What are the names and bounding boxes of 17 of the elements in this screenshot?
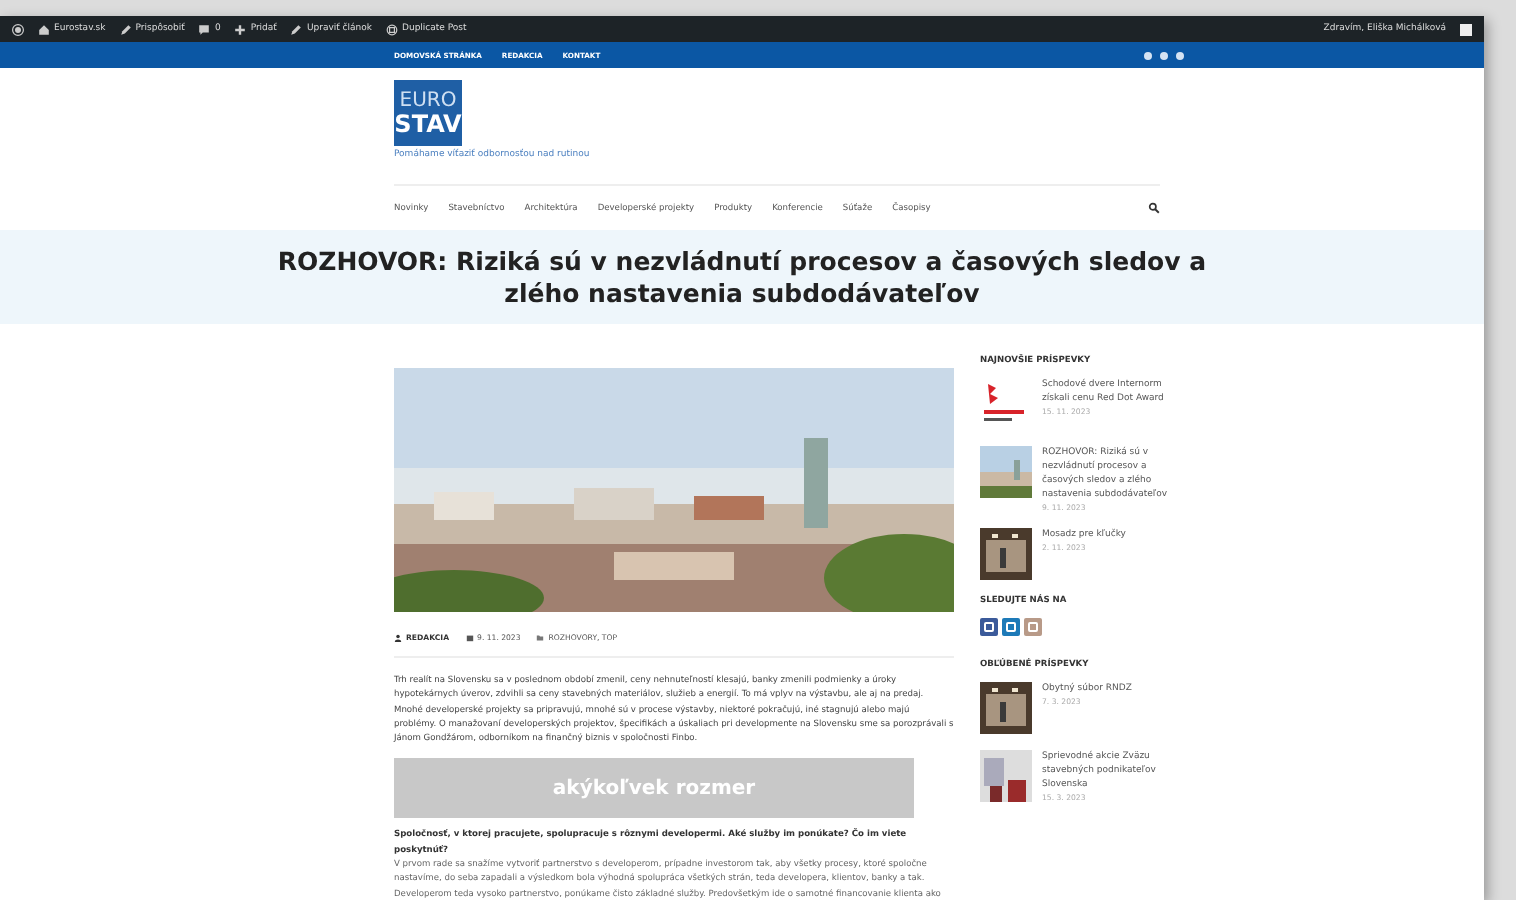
folder-icon (536, 633, 545, 641)
person-icon (394, 633, 402, 641)
plus-icon (234, 23, 247, 35)
pencil-icon (290, 23, 303, 35)
circle-icon (386, 23, 398, 35)
social-icon[interactable] (1002, 618, 1020, 636)
pencil-icon (119, 23, 132, 35)
wordpress-logo-icon (12, 23, 24, 35)
logo-text: EURO (399, 91, 457, 111)
speech-bubble-icon (198, 23, 211, 35)
house-icon (38, 23, 50, 35)
search-icon[interactable] (1148, 202, 1160, 214)
calendar-icon (465, 633, 474, 641)
article-title: ROZHOVOR: Riziká sú v nezvládnutí procesov a časových sledov a zlého nastavenia subdodávateľov (275, 245, 1209, 309)
social-icon[interactable] (980, 618, 998, 636)
avatar-icon (1460, 23, 1472, 35)
logo-text: STAV (394, 111, 462, 135)
